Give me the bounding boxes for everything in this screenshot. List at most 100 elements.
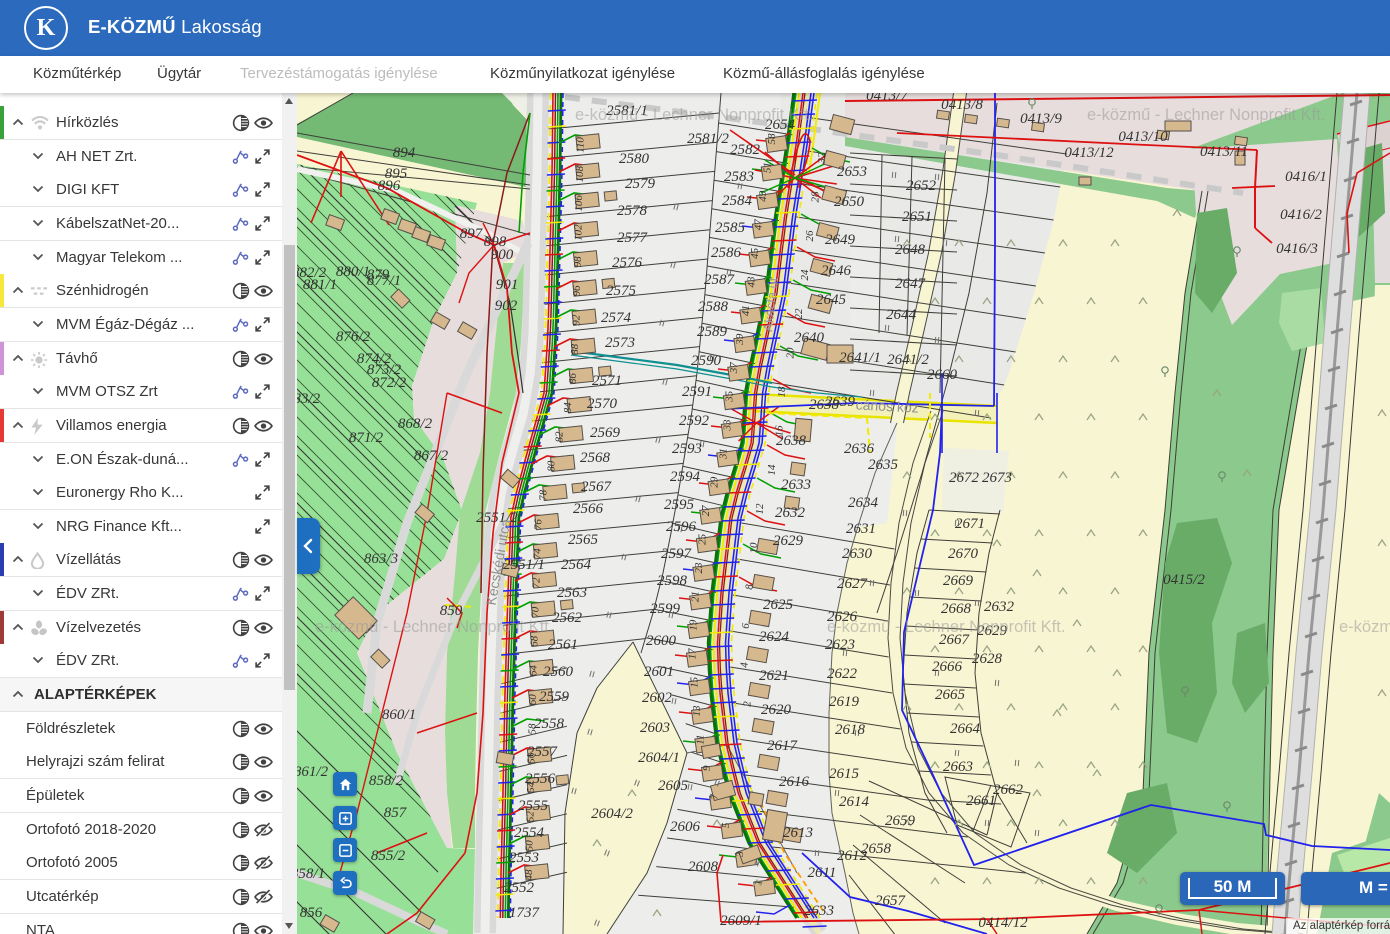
svg-text:0416/3: 0416/3 <box>1276 241 1318 257</box>
svg-text:2584: 2584 <box>722 193 753 209</box>
svg-text:2587: 2587 <box>704 272 736 288</box>
svg-text:2571: 2571 <box>592 373 622 389</box>
svg-text:2577: 2577 <box>617 230 649 246</box>
svg-text:25: 25 <box>696 533 708 545</box>
svg-text:2632: 2632 <box>775 505 806 521</box>
svg-text:872/2: 872/2 <box>372 375 407 391</box>
svg-text:2593: 2593 <box>672 441 702 457</box>
svg-text:21: 21 <box>690 591 702 602</box>
svg-text:cános köz: cános köz <box>855 396 919 415</box>
svg-text:2573: 2573 <box>605 335 635 351</box>
svg-text:37: 37 <box>728 362 740 375</box>
svg-text:26: 26 <box>804 230 816 242</box>
svg-text:2586: 2586 <box>711 245 742 261</box>
svg-text:2672: 2672 <box>949 470 980 486</box>
svg-text:28: 28 <box>810 191 822 203</box>
svg-text:0416/2: 0416/2 <box>1280 207 1322 223</box>
svg-text:0415/2: 0415/2 <box>1163 572 1205 588</box>
svg-text:2614: 2614 <box>839 794 870 810</box>
svg-text:2630: 2630 <box>842 546 873 562</box>
svg-text:2662: 2662 <box>993 782 1024 798</box>
svg-text:2588: 2588 <box>698 299 729 315</box>
svg-text:e-közmű - Lechner Nonprofit Kf: e-közmű - Lechner Nonprofit Kft. <box>827 618 1065 636</box>
svg-text:2641/1: 2641/1 <box>839 350 881 366</box>
svg-text:2575: 2575 <box>606 283 637 299</box>
svg-text:2554: 2554 <box>514 825 545 841</box>
svg-text:2566: 2566 <box>573 501 604 517</box>
svg-text:31: 31 <box>717 448 729 460</box>
svg-text:0413/7: 0413/7 <box>866 93 909 104</box>
svg-text:2574: 2574 <box>601 310 632 326</box>
svg-text:0413/12: 0413/12 <box>1064 145 1114 161</box>
svg-text:60: 60 <box>527 694 539 706</box>
svg-text:19: 19 <box>688 619 700 631</box>
svg-text:894: 894 <box>393 145 416 161</box>
svg-text:23: 23 <box>693 562 705 574</box>
svg-text:2560: 2560 <box>543 664 574 680</box>
svg-text:902: 902 <box>495 298 518 314</box>
svg-text:88: 88 <box>569 343 581 355</box>
svg-text:2552: 2552 <box>504 880 535 896</box>
svg-text:2599: 2599 <box>650 601 681 617</box>
svg-text:2589: 2589 <box>697 324 728 340</box>
svg-text:2631: 2631 <box>846 521 876 537</box>
svg-text:2596: 2596 <box>666 519 697 535</box>
svg-text:2594: 2594 <box>670 469 701 485</box>
svg-text:43: 43 <box>745 276 757 288</box>
svg-text:2591: 2591 <box>682 384 712 400</box>
svg-text:10: 10 <box>748 542 760 554</box>
svg-text:e-közmű - Lechner Nonprofit Kf: e-közmű - Lechner Nonprofit Kft. <box>1339 618 1390 636</box>
svg-text:92: 92 <box>570 314 582 326</box>
svg-text:867/2: 867/2 <box>414 448 449 464</box>
svg-text:2649: 2649 <box>825 232 856 248</box>
svg-text:70: 70 <box>529 606 541 618</box>
svg-text:2628: 2628 <box>972 651 1003 667</box>
svg-text:2590: 2590 <box>691 353 722 369</box>
svg-text:2612: 2612 <box>837 848 868 864</box>
svg-text:857: 857 <box>384 805 408 821</box>
svg-text:11: 11 <box>695 735 707 745</box>
svg-text:2663: 2663 <box>943 759 973 775</box>
svg-text:2618: 2618 <box>835 722 866 738</box>
svg-text:2604/1: 2604/1 <box>638 750 680 766</box>
svg-text:2595: 2595 <box>664 497 695 513</box>
svg-text:2582: 2582 <box>730 142 761 158</box>
svg-text:2579: 2579 <box>625 176 656 192</box>
svg-text:2644: 2644 <box>886 307 917 323</box>
svg-text:2627: 2627 <box>837 576 869 592</box>
svg-text:2666: 2666 <box>932 659 963 675</box>
svg-text:863/3: 863/3 <box>364 551 398 567</box>
svg-text:2608: 2608 <box>688 859 719 875</box>
svg-text:2632: 2632 <box>984 599 1015 615</box>
svg-text:2601: 2601 <box>644 664 674 680</box>
svg-text:881/1: 881/1 <box>303 277 337 293</box>
svg-text:896: 896 <box>378 178 401 194</box>
svg-text:e-közmű - Lechner Nonprofit Kf: e-közmű - Lechner Nonprofit Kft. <box>575 106 813 124</box>
svg-text:856: 856 <box>300 905 323 921</box>
svg-text:72: 72 <box>530 577 542 589</box>
svg-text:56: 56 <box>526 752 538 764</box>
svg-text:2559: 2559 <box>539 689 570 705</box>
svg-text:868/2: 868/2 <box>398 416 433 432</box>
svg-text:2650: 2650 <box>834 194 865 210</box>
svg-text:2603: 2603 <box>640 720 670 736</box>
svg-text:2635: 2635 <box>868 457 899 473</box>
svg-text:2616: 2616 <box>779 774 810 790</box>
svg-text:858/2: 858/2 <box>369 773 404 789</box>
svg-text:2669: 2669 <box>943 573 974 589</box>
svg-text:2641/2: 2641/2 <box>887 352 929 368</box>
svg-text:2568: 2568 <box>580 450 611 466</box>
svg-text:2657: 2657 <box>875 893 907 909</box>
svg-text:2604/2: 2604/2 <box>591 806 633 822</box>
svg-text:2569: 2569 <box>590 425 621 441</box>
svg-text:0413/8: 0413/8 <box>941 97 983 113</box>
svg-text:20: 20 <box>785 347 797 359</box>
svg-text:2634: 2634 <box>848 495 879 511</box>
svg-text:2665: 2665 <box>935 687 966 703</box>
svg-text:15: 15 <box>688 676 700 688</box>
svg-text:24: 24 <box>799 269 811 281</box>
svg-text:2583: 2583 <box>724 169 754 185</box>
svg-text:86: 86 <box>567 373 579 385</box>
svg-text:2598: 2598 <box>657 573 688 589</box>
svg-text:2661: 2661 <box>966 793 996 809</box>
